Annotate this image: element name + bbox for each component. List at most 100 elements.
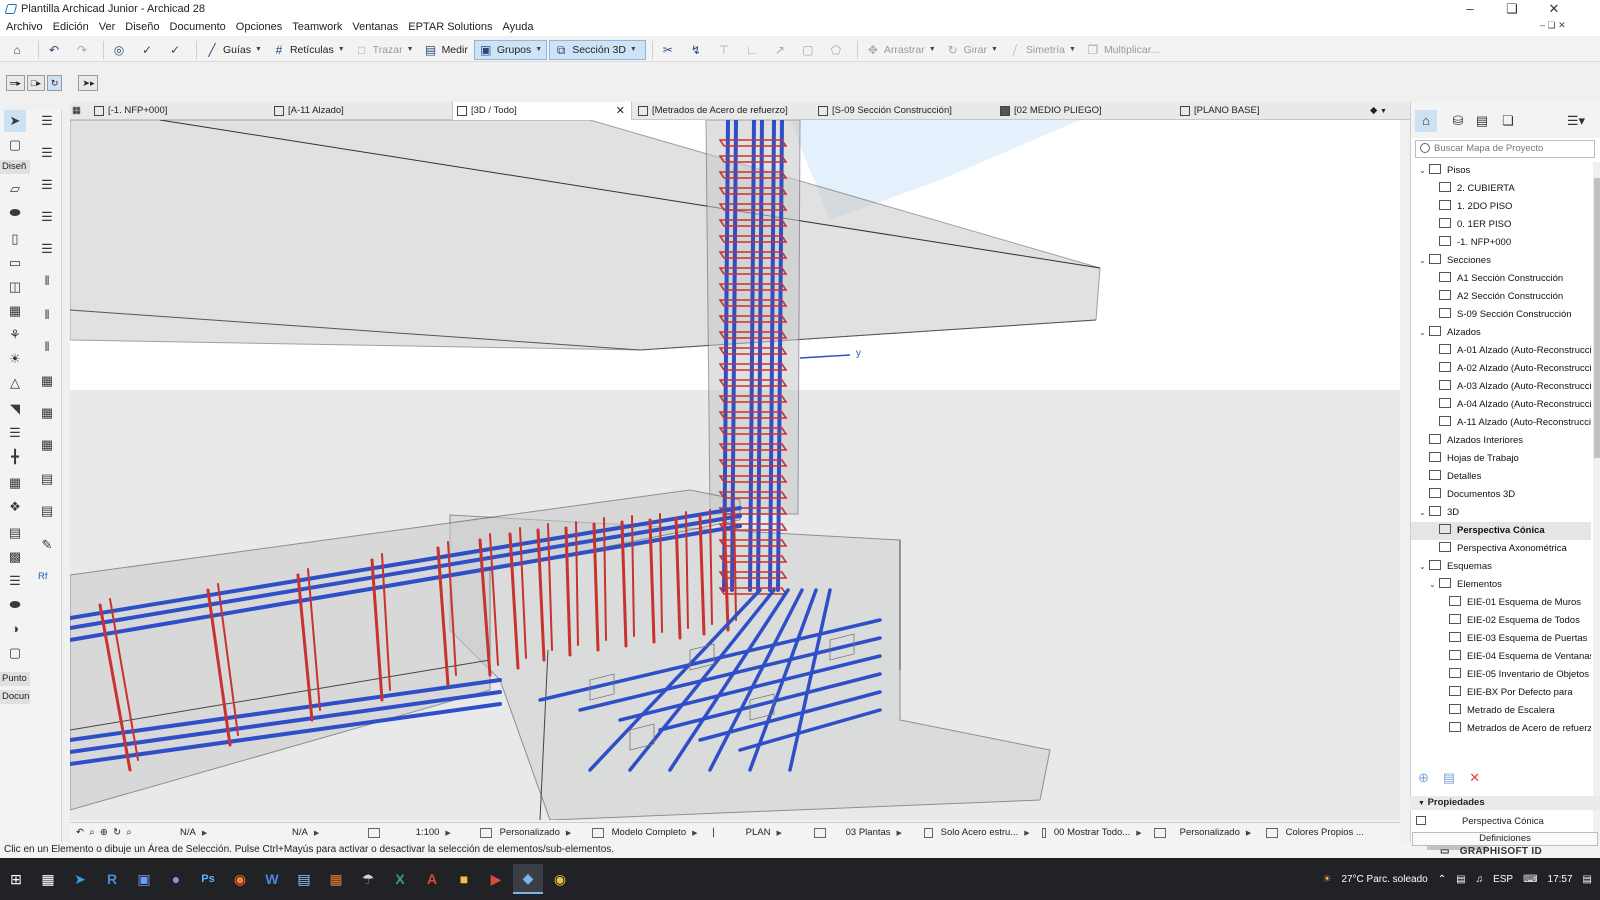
tree-item[interactable]: Documentos 3D xyxy=(1411,486,1591,504)
tree-item[interactable]: EIE-03 Esquema de Puertas xyxy=(1411,630,1591,648)
document-window-controls[interactable]: – ❏ ✕ xyxy=(1540,20,1566,31)
menu-documento[interactable]: Documento xyxy=(170,21,226,33)
split-button[interactable]: ✂ xyxy=(657,40,683,60)
groups-button[interactable]: ▣ Grupos ▼ xyxy=(473,39,548,60)
menu-edicion[interactable]: Edición xyxy=(53,21,89,33)
tree-item[interactable]: Metrados de Acero de refuerzo xyxy=(1411,720,1591,738)
mesh-tool-icon[interactable]: ▤ xyxy=(4,522,26,544)
tab-layout-plano-base[interactable]: [PLANO BASE] xyxy=(1176,102,1356,120)
app-icon[interactable]: ● xyxy=(161,864,191,894)
firefox-icon[interactable]: ◉ xyxy=(225,864,255,894)
properties-header[interactable]: ▼ Propiedades xyxy=(1410,796,1600,810)
tree-item[interactable]: ⌄ Alzados xyxy=(1411,324,1591,342)
rf-label[interactable]: Rf xyxy=(36,570,60,584)
weather-text[interactable]: 27°C Parc. soleado xyxy=(1341,874,1427,885)
pen-set-button[interactable]: ═▸ xyxy=(6,75,25,91)
app-icon[interactable]: ▤ xyxy=(289,864,319,894)
file-explorer-icon[interactable]: ■ xyxy=(449,864,479,894)
beam-tool-icon[interactable]: ▭ xyxy=(4,252,26,274)
tree-item[interactable]: EIE-01 Esquema de Muros xyxy=(1411,594,1591,612)
curtain-wall-tool-icon[interactable]: ▦ xyxy=(4,472,26,494)
tab-list-dropdown[interactable]: ◆ ▼ xyxy=(1366,102,1406,120)
tree-item[interactable]: Detalles xyxy=(1411,468,1591,486)
project-map-icon[interactable]: ⌂ xyxy=(1415,110,1437,132)
project-map-search-input[interactable]: Buscar Mapa de Proyecto xyxy=(1415,140,1595,158)
redo-button[interactable]: ↷ xyxy=(71,40,97,60)
structural-display-field[interactable]: Personalizado ▶ xyxy=(1148,823,1260,843)
trace-button[interactable]: □ Trazar ▼ xyxy=(351,40,418,60)
window-tool-icon[interactable]: ▦ xyxy=(4,300,26,322)
tree-item[interactable]: Metrado de Escalera xyxy=(1411,702,1591,720)
tree-item[interactable]: ⌄ Pisos xyxy=(1411,162,1591,180)
rebar-tool-icon[interactable]: ☰ xyxy=(36,110,58,132)
label-tool-icon[interactable]: ✎ xyxy=(36,534,58,556)
tree-item[interactable]: EIE-02 Esquema de Todos xyxy=(1411,612,1591,630)
door-tool-icon[interactable]: ◫ xyxy=(4,276,26,298)
photoshop-icon[interactable]: Ps xyxy=(193,864,223,894)
app-icon[interactable]: ☂ xyxy=(353,864,383,894)
settings-icon[interactable]: ▤ xyxy=(1443,770,1455,790)
tree-item[interactable]: EIE-04 Esquema de Ventanas xyxy=(1411,648,1591,666)
tree-item[interactable]: Alzados Interiores xyxy=(1411,432,1591,450)
tree-item[interactable]: A-02 Alzado (Auto-Reconstrucción) xyxy=(1411,360,1591,378)
tree-item[interactable]: 1. 2DO PISO xyxy=(1411,198,1591,216)
rebar-tool-icon[interactable]: ☰ xyxy=(36,174,58,196)
publisher-icon[interactable]: ❏ xyxy=(1497,110,1519,132)
measure-button[interactable]: ▤ Medir xyxy=(420,40,472,60)
tree-item[interactable]: A-04 Alzado (Auto-Reconstrucción) xyxy=(1411,396,1591,414)
mirror-button[interactable]: ⧸ Simetría ▼ xyxy=(1004,40,1080,60)
stair-tool-icon[interactable]: ☰ xyxy=(4,422,26,444)
delete-icon[interactable]: ✕ xyxy=(1469,770,1480,790)
word-icon[interactable]: W xyxy=(257,864,287,894)
lamp-tool-icon[interactable]: ☀ xyxy=(4,348,26,370)
intersect-button[interactable]: ⊤ xyxy=(713,40,739,60)
menu-teamwork[interactable]: Teamwork xyxy=(292,21,342,33)
mesh-rebar-tool-icon[interactable]: ▦ xyxy=(36,370,58,392)
tree-item[interactable]: A1 Sección Construcción xyxy=(1411,270,1591,288)
graphic-override-field[interactable]: Personalizado ▶ xyxy=(474,823,586,843)
definitions-button[interactable]: Definiciones xyxy=(1412,832,1598,846)
colors-field[interactable]: Colores Propios ... xyxy=(1260,823,1372,843)
telegram-icon[interactable]: ➤ xyxy=(65,864,95,894)
menu-opciones[interactable]: Opciones xyxy=(236,21,282,33)
notification-icon[interactable]: ▤ xyxy=(1583,874,1592,885)
layer-combo-field[interactable]: Solo Acero estru... ▶ xyxy=(918,823,1036,843)
revit-icon[interactable]: R xyxy=(97,864,127,894)
navigator-menu-icon[interactable]: ☰▾ xyxy=(1561,110,1591,132)
scroll-thumb[interactable] xyxy=(1594,178,1600,458)
stirrup-tool-icon[interactable]: ‖ xyxy=(36,336,58,358)
expand-chevron-icon[interactable]: ⌄ xyxy=(1419,252,1429,270)
inject-button[interactable]: ✓ xyxy=(164,40,190,60)
task-view-icon[interactable]: ▦ xyxy=(33,864,63,894)
adjust-button[interactable]: ↯ xyxy=(685,40,711,60)
acrobat-icon[interactable]: A xyxy=(417,864,447,894)
railing-tool-icon[interactable]: ╋ xyxy=(4,446,26,468)
tree-item[interactable]: ⌄ Secciones xyxy=(1411,252,1591,270)
language-indicator[interactable]: ESP xyxy=(1493,874,1513,885)
fillet-button[interactable]: ∟ xyxy=(741,40,767,60)
tab-schedule[interactable]: [Metrados de Acero de refuerzo] xyxy=(634,102,814,120)
grids-button[interactable]: # Retículas ▼ xyxy=(268,40,349,60)
tree-item[interactable]: ⌄ Elementos xyxy=(1411,576,1591,594)
zone-tool-icon[interactable]: ▩ xyxy=(4,546,26,568)
clock[interactable]: 17:57 xyxy=(1548,874,1573,885)
menu-ver[interactable]: Ver xyxy=(99,21,116,33)
rotation-field[interactable]: N/A ▶ xyxy=(250,823,362,843)
layout-book-icon[interactable]: ▤ xyxy=(1471,110,1493,132)
tab-section[interactable]: [S-09 Sección Construcción] xyxy=(814,102,994,120)
tree-item[interactable]: A2 Sección Construcción xyxy=(1411,288,1591,306)
app-icon[interactable]: ▣ xyxy=(129,864,159,894)
close-icon[interactable]: ✕ xyxy=(1532,0,1576,18)
menu-archivo[interactable]: Archivo xyxy=(6,21,43,33)
home-button[interactable]: ⌂ xyxy=(6,40,32,60)
mesh-rebar-tool-icon[interactable]: ▦ xyxy=(36,434,58,456)
marquee-button[interactable]: □▸ xyxy=(26,75,45,91)
resize-button[interactable]: ▢ xyxy=(797,40,823,60)
undo-button[interactable]: ↶ xyxy=(43,40,69,60)
rebar-tool-icon[interactable]: ☰ xyxy=(36,206,58,228)
chrome-icon[interactable]: ◉ xyxy=(545,864,575,894)
tree-item[interactable]: EIE-05 Inventario de Objetos xyxy=(1411,666,1591,684)
orbit-button[interactable]: ↻ xyxy=(46,75,63,91)
marquee-tool-icon[interactable]: ▢ xyxy=(4,134,26,156)
stair-tool-icon[interactable]: ☰ xyxy=(4,570,26,592)
